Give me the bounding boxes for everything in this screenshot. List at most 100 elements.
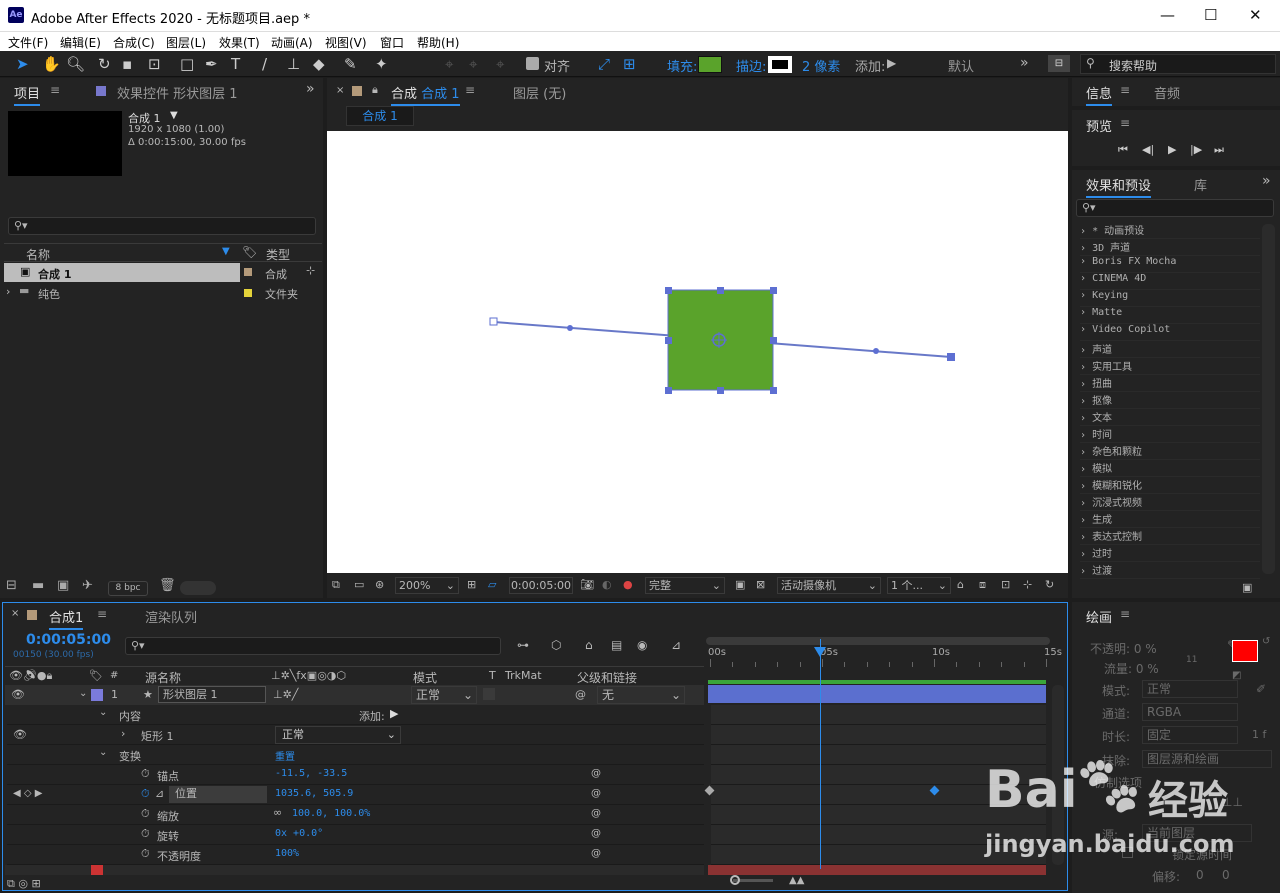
motion-blur-icon[interactable]: ◉: [637, 638, 647, 652]
project-menu-icon[interactable]: ≡: [50, 83, 60, 97]
label-color-swatch[interactable]: [244, 289, 252, 297]
effects-category[interactable]: › 沉浸式视频: [1080, 494, 1260, 511]
zoom-dropdown[interactable]: 200% ⌄: [395, 577, 459, 594]
effects-category[interactable]: › 模糊和锐化: [1080, 477, 1260, 494]
label-color-swatch[interactable]: [244, 268, 252, 276]
stopwatch-icon[interactable]: ⏱︎: [141, 807, 150, 821]
timeline-icon[interactable]: ⊡: [1001, 578, 1010, 591]
pen-tool-icon[interactable]: ✒: [205, 55, 218, 73]
property-value[interactable]: 重置: [275, 748, 295, 763]
close-icon[interactable]: ✕: [1249, 6, 1262, 24]
property-value[interactable]: 100.0, 100.0%: [292, 808, 370, 819]
duration-frames[interactable]: 1 f: [1252, 728, 1266, 741]
panel-sync-icon[interactable]: ⊟: [1048, 55, 1070, 72]
timeline-track[interactable]: [711, 725, 1046, 745]
erase-dropdown[interactable]: 图层源和绘画: [1142, 750, 1272, 768]
new-comp-icon[interactable]: ▣: [57, 578, 69, 593]
workspace-more-icon[interactable]: »: [1020, 55, 1029, 71]
menu-layer[interactable]: 图层(L): [166, 34, 206, 51]
effects-category[interactable]: › Keying: [1080, 290, 1260, 307]
thumbnail-slider[interactable]: [180, 581, 216, 595]
effects-category[interactable]: › 实用工具: [1080, 358, 1260, 375]
property-row[interactable]: ◀ ◇ ▶ ⏱︎ ⊿ 位置 1035.6, 505.9 @: [7, 785, 704, 805]
new-folder-icon[interactable]: ▬: [32, 578, 44, 593]
help-search-input[interactable]: ⚲ 搜索帮助: [1080, 54, 1276, 74]
tab-audio[interactable]: 音频: [1154, 83, 1180, 102]
label-column-icon[interactable]: 🏷︎: [242, 245, 257, 259]
playhead-handle[interactable]: [814, 647, 826, 657]
tab-effects-controls[interactable]: 效果控件 形状图层 1: [117, 83, 238, 102]
duration-dropdown[interactable]: 固定: [1142, 726, 1238, 744]
region-of-interest-icon[interactable]: ▣: [735, 578, 745, 591]
project-item[interactable]: › ▬ 纯色 文件夹: [4, 283, 322, 302]
panel-overflow-icon[interactable]: »: [306, 81, 315, 97]
chevron-right-icon[interactable]: ›: [121, 727, 125, 740]
av-features-icon[interactable]: 👁︎🔊︎●🔒︎: [9, 669, 52, 683]
timeline-footer-icons[interactable]: ⧉ ◎ ⊞: [7, 877, 41, 891]
col-source-name[interactable]: 源名称: [145, 669, 181, 686]
resolution-dropdown[interactable]: 完整 ⌄: [645, 577, 725, 594]
project-search-input[interactable]: ⚲▾: [8, 217, 316, 235]
col-mode[interactable]: 模式: [413, 669, 437, 686]
flow-field[interactable]: 流量: 0 %: [1104, 660, 1159, 677]
shy-layers-icon[interactable]: ⌂: [585, 638, 593, 652]
chevron-down-icon[interactable]: ⌄: [79, 688, 87, 699]
stopwatch-icon[interactable]: ⏱︎: [141, 827, 150, 841]
eyedropper-icon[interactable]: ✐: [1256, 682, 1266, 696]
axis-view-icon[interactable]: ⌖: [496, 55, 504, 73]
selection-tool-icon[interactable]: ➤: [16, 55, 29, 73]
reset-exposure-icon[interactable]: ↻: [1045, 578, 1054, 591]
property-value[interactable]: 100%: [275, 848, 299, 859]
motion-keyframe-end[interactable]: [947, 353, 955, 361]
timeline-track[interactable]: [711, 705, 1046, 725]
timeline-menu-icon[interactable]: ≡: [97, 607, 107, 621]
prev-frame-icon[interactable]: ◀|: [1142, 143, 1154, 156]
col-parent[interactable]: 父级和链接: [577, 669, 637, 686]
tab-render-queue[interactable]: 渲染队列: [145, 607, 197, 626]
opacity-field[interactable]: 不透明: 0 %: [1090, 640, 1157, 657]
stroke-swatch[interactable]: [768, 56, 792, 73]
roto-brush-icon[interactable]: ✎: [344, 55, 357, 73]
play-icon[interactable]: ▶: [1168, 143, 1176, 156]
effects-category[interactable]: › 抠像: [1080, 392, 1260, 409]
swap-colors-icon[interactable]: ↺: [1262, 636, 1270, 647]
playhead[interactable]: [820, 639, 821, 869]
add-button-icon[interactable]: ▶: [887, 56, 896, 70]
layer-switches-icon[interactable]: ⊥✲╱: [273, 688, 298, 701]
effects-category[interactable]: › 3D 声道: [1080, 239, 1260, 256]
tab-composition[interactable]: 合成 合成 1: [391, 83, 460, 106]
snap-features-icon[interactable]: ⊞: [623, 55, 636, 73]
menu-view[interactable]: 视图(V): [325, 34, 367, 51]
maximize-icon[interactable]: ☐: [1204, 6, 1217, 24]
eraser-tool-icon[interactable]: ◆: [313, 55, 325, 73]
eye-icon[interactable]: 👁︎: [13, 728, 27, 741]
zoom-tool-icon[interactable]: 🔍︎: [66, 55, 85, 73]
effects-category[interactable]: › 杂色和颗粒: [1080, 443, 1260, 460]
property-row[interactable]: ⏱︎ 缩放 100.0, 100.0% ∞ @: [7, 805, 704, 825]
bpc-button[interactable]: 8 bpc: [108, 581, 148, 596]
effects-search-input[interactable]: ⚲▾: [1076, 199, 1274, 217]
graph-icon[interactable]: ⊿: [155, 787, 164, 800]
brush-tool-icon[interactable]: /: [262, 55, 267, 73]
layer-duration-bar[interactable]: [708, 685, 1046, 703]
always-preview-icon[interactable]: ⧉: [332, 578, 340, 592]
trash-icon[interactable]: 🗑︎: [159, 578, 176, 593]
stopwatch-icon[interactable]: ⏱︎: [141, 767, 150, 781]
effects-category[interactable]: › Matte: [1080, 307, 1260, 324]
effects-category[interactable]: › 文本: [1080, 409, 1260, 426]
property-row[interactable]: 👁︎ › 矩形 1 正常 ⌄: [7, 725, 704, 745]
paint-menu-icon[interactable]: ≡: [1120, 607, 1130, 621]
property-row[interactable]: ⌄ 变换 重置: [7, 745, 704, 765]
menu-effect[interactable]: 效果(T): [219, 34, 260, 51]
close-tab-icon[interactable]: ×: [336, 85, 344, 96]
menu-animation[interactable]: 动画(A): [271, 34, 313, 51]
col-type[interactable]: 类型: [266, 246, 290, 263]
label-color-swatch[interactable]: [91, 689, 103, 701]
layer-duration-bar[interactable]: [708, 865, 1046, 875]
col-trkmat[interactable]: TrkMat: [505, 669, 542, 682]
pan-behind-icon[interactable]: ⊡: [148, 55, 161, 73]
tab-layer[interactable]: 图层 (无): [513, 83, 566, 102]
preserve-transparency-checkbox[interactable]: [483, 688, 495, 700]
new-bin-icon[interactable]: ▣: [1242, 581, 1252, 594]
stopwatch-icon[interactable]: ⏱︎: [141, 847, 150, 861]
